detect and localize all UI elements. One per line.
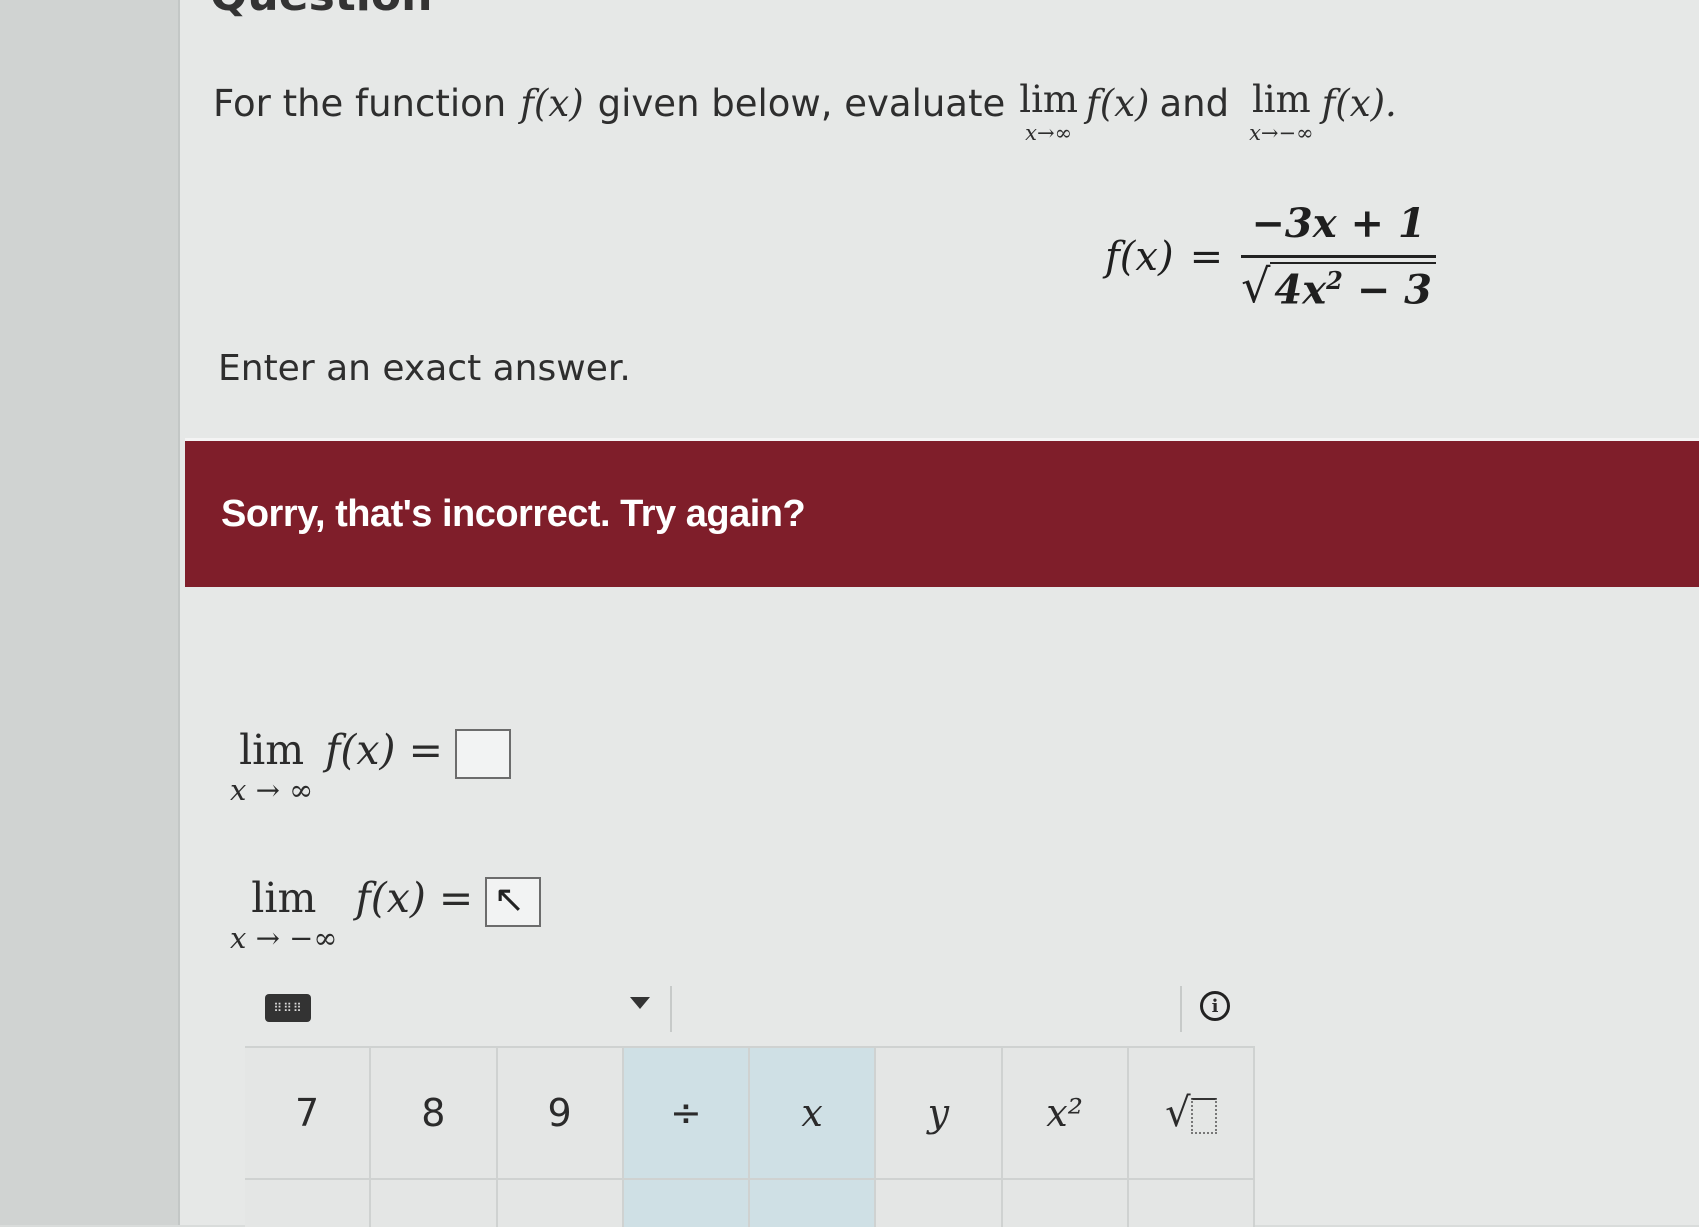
answer-rhs: f(x) = [356, 873, 474, 923]
feedback-message: Sorry, that's incorrect. Try again? [221, 492, 806, 535]
info-icon[interactable]: i [1200, 991, 1230, 1021]
answer-input-negative[interactable]: ↖ [485, 877, 542, 927]
page-left-margin [0, 0, 180, 1225]
answer-limit-label: lim x → −∞ [230, 873, 338, 953]
math-keypad: 7 8 9 ÷ x y x² √ [245, 1046, 1255, 1227]
square-root-icon: √ [1165, 1090, 1217, 1136]
lim-subscript: x → −∞ [230, 921, 338, 955]
toolbar-divider [1180, 986, 1182, 1032]
key-9[interactable]: 9 [497, 1048, 624, 1178]
answer-row-positive: lim x → ∞ f(x) = [230, 725, 511, 805]
radicand: 4x2 − 3 [1270, 262, 1436, 313]
key-square-root[interactable]: √ [1128, 1048, 1255, 1178]
keypad-cell[interactable] [876, 1178, 1003, 1227]
placeholder-box [1190, 1098, 1217, 1134]
key-y[interactable]: y [876, 1048, 1003, 1178]
keyboard-icon[interactable]: ⠿⠿⠿ [265, 994, 311, 1022]
radicand-rest: − 3 [1342, 266, 1432, 314]
key-8[interactable]: 8 [371, 1048, 498, 1178]
radicand-exponent: 2 [1326, 266, 1343, 295]
key-x[interactable]: x [750, 1048, 877, 1178]
toolbar-divider [670, 986, 672, 1032]
keypad-cell[interactable] [497, 1178, 624, 1227]
chevron-down-icon[interactable] [630, 997, 650, 1009]
formula-fraction: −3x + 1 √ 4x2 − 3 [1241, 200, 1436, 313]
key-7[interactable]: 7 [245, 1048, 372, 1178]
question-prefix: For the function [213, 82, 507, 125]
answer-rhs: f(x) = [325, 725, 443, 775]
keypad-cell[interactable] [1002, 1178, 1129, 1227]
keypad-cell[interactable] [623, 1178, 750, 1227]
question-and: and [1159, 82, 1230, 125]
answer-function-equals: f(x) = [325, 726, 443, 774]
lim-label: lim [1251, 78, 1311, 121]
question-text: For the function f(x) given below, evalu… [213, 78, 1407, 144]
lim-subscript: x → ∞ [230, 773, 314, 807]
formula-numerator: −3x + 1 [1241, 200, 1436, 258]
instruction-text: Enter an exact answer. [218, 348, 631, 389]
key-divide[interactable]: ÷ [623, 1048, 750, 1178]
limit-negative-infinity: lim x→−∞ [1249, 78, 1314, 144]
limit-positive-infinity: lim x→∞ [1019, 78, 1078, 144]
keypad-cell[interactable] [245, 1178, 372, 1227]
radical-sign: √ [1241, 259, 1271, 313]
radical-glyph: √ [1165, 1090, 1191, 1136]
answer-row-negative: lim x → −∞ f(x) = ↖ [230, 873, 542, 953]
question-function-name: f(x) [520, 82, 584, 125]
keypad-cell[interactable] [1128, 1178, 1255, 1227]
lim-label: lim [239, 726, 305, 774]
lim-subscript: x→∞ [1025, 121, 1073, 145]
key-x-squared[interactable]: x² [1002, 1048, 1129, 1178]
question-mid: given below, evaluate [597, 82, 1006, 125]
answer-limit-label: lim x → ∞ [230, 725, 313, 805]
radicand-base: 4x [1274, 266, 1327, 314]
keypad-cell[interactable] [371, 1178, 498, 1227]
limit2-function: f(x). [1321, 82, 1397, 125]
keypad-cell[interactable] [750, 1178, 877, 1227]
limit1-function: f(x) [1086, 82, 1150, 125]
answer-input-positive[interactable] [454, 729, 511, 779]
mouse-cursor-icon: ↖ [493, 877, 526, 921]
question-heading: Question [210, 0, 432, 21]
formula-denominator: √ 4x2 − 3 [1241, 258, 1436, 313]
formula-lhs: f(x) [1105, 233, 1174, 280]
lim-label: lim [1019, 78, 1079, 121]
function-formula: f(x) = −3x + 1 √ 4x2 − 3 [1105, 200, 1436, 313]
formula-equals: = [1189, 233, 1224, 280]
answer-function-equals: f(x) = [355, 874, 474, 922]
math-keypad-toolbar: ⠿⠿⠿ i [245, 970, 1255, 1046]
lim-subscript: x→−∞ [1249, 121, 1314, 145]
lim-label: lim [251, 874, 317, 922]
incorrect-feedback-banner: Sorry, that's incorrect. Try again? [185, 438, 1699, 587]
